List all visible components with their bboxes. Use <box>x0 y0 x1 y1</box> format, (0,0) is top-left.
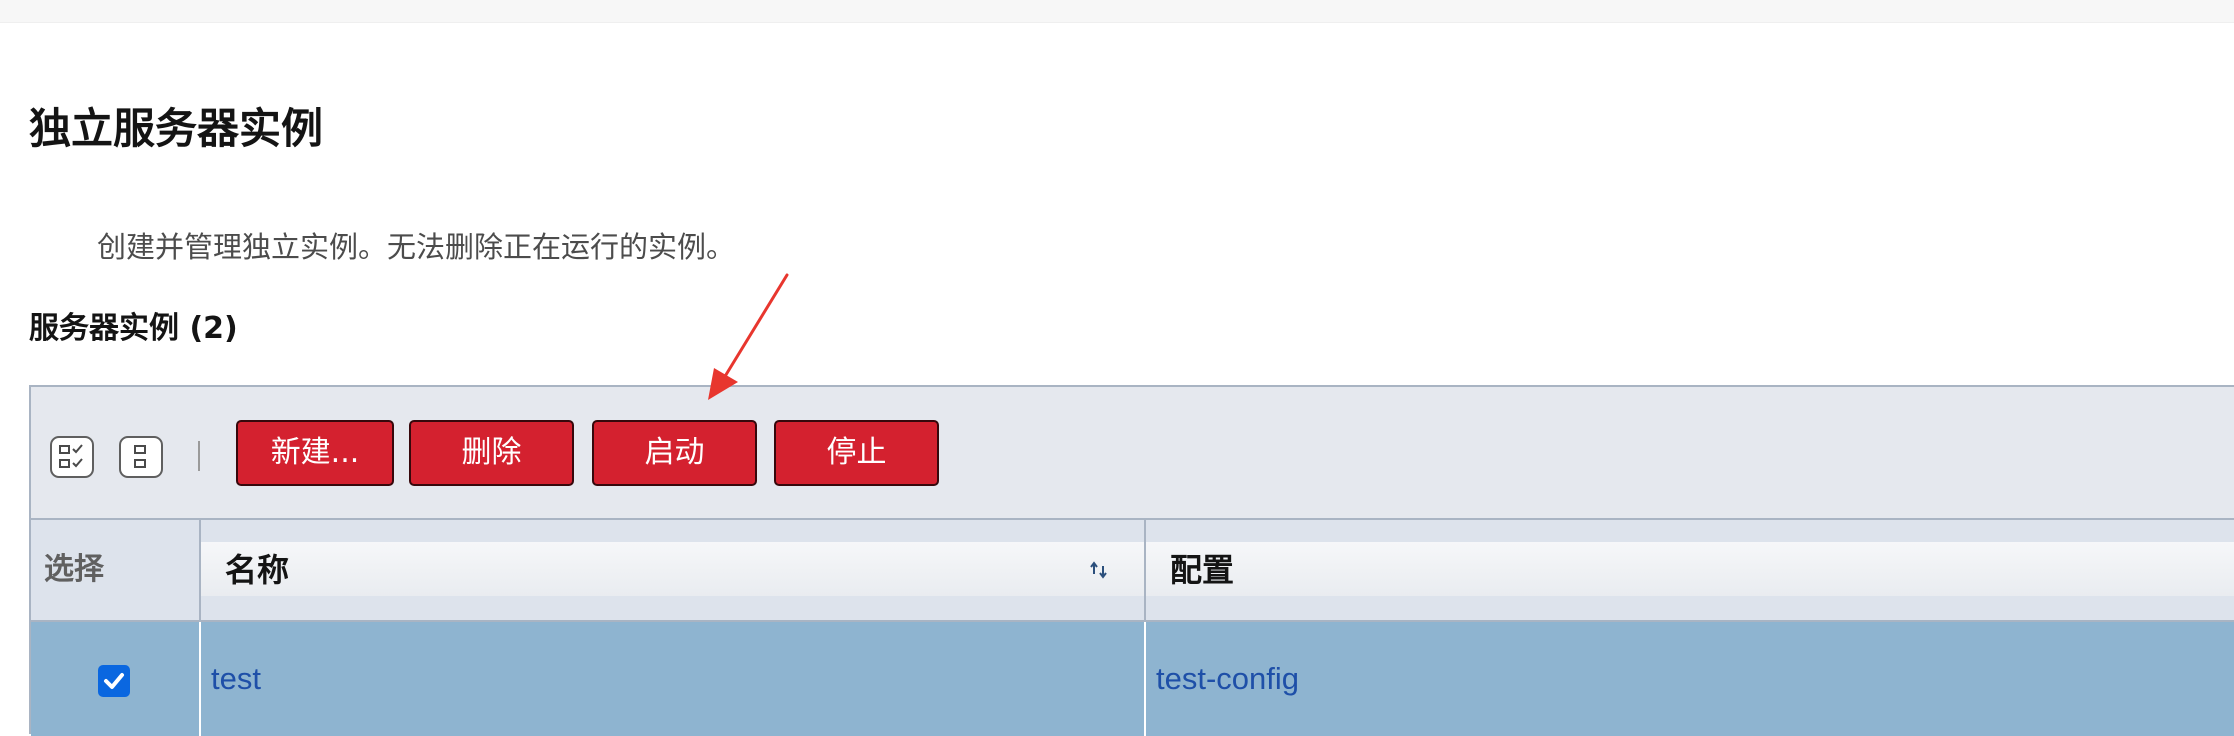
toolbar-separator <box>198 441 200 471</box>
select-all-icon-glyph <box>59 444 83 468</box>
section-title: 服务器实例 (2) <box>29 311 238 346</box>
column-header-config-label: 配置 <box>1170 551 1235 589</box>
server-instances-panel: 新建... 删除 启动 停止 选择 名称 配置 test test-config <box>29 385 2234 736</box>
checkmark-icon <box>104 673 124 689</box>
new-button[interactable]: 新建... <box>236 420 394 486</box>
sort-icon[interactable] <box>1088 558 1112 582</box>
row-select-cell <box>31 622 199 736</box>
column-header-select: 选择 <box>44 552 104 587</box>
config-link[interactable]: test-config <box>1156 622 1299 736</box>
instance-name-link[interactable]: test <box>211 622 261 736</box>
row-config-cell: test-config <box>1144 622 2234 736</box>
page-description: 创建并管理独立实例。无法删除正在运行的实例。 <box>97 230 736 264</box>
select-all-icon[interactable] <box>50 436 94 478</box>
column-header-config: 配置 <box>1144 520 2234 620</box>
row-name-cell: test <box>199 622 1144 736</box>
delete-button[interactable]: 删除 <box>409 420 574 486</box>
row-checkbox[interactable] <box>98 665 130 697</box>
table-row[interactable]: test test-config <box>31 622 2234 736</box>
top-bar <box>0 0 2234 23</box>
deselect-all-icon-glyph <box>134 445 146 468</box>
table-header: 选择 名称 配置 <box>31 520 2234 622</box>
start-button[interactable]: 启动 <box>592 420 757 486</box>
deselect-all-icon[interactable] <box>119 436 163 478</box>
column-header-name[interactable]: 名称 <box>199 520 1144 620</box>
table-toolbar: 新建... 删除 启动 停止 <box>31 387 2234 520</box>
column-header-name-label: 名称 <box>225 551 290 589</box>
stop-button[interactable]: 停止 <box>774 420 939 486</box>
page-title: 独立服务器实例 <box>29 104 324 153</box>
